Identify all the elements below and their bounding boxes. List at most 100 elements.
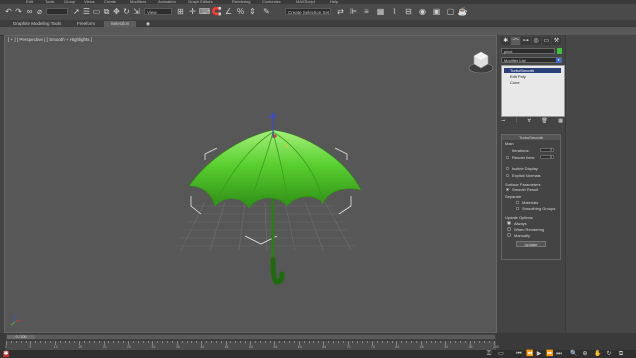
undo-icon[interactable]: ↶ <box>4 7 13 16</box>
create-tab-icon[interactable]: ✱ <box>501 37 511 45</box>
pan-view-icon[interactable]: ✋ <box>594 351 601 357</box>
display-tab-icon[interactable]: ▭ <box>541 37 551 45</box>
smooth-result-checkbox[interactable] <box>506 188 509 191</box>
select-manipulate-icon[interactable]: ✛ <box>188 7 197 16</box>
timeline-tick <box>259 341 261 343</box>
make-unique-icon[interactable]: ∀ <box>527 118 530 125</box>
material-editor-icon[interactable]: ◉ <box>418 7 427 16</box>
previous-frame-icon[interactable]: ⏪ <box>526 351 533 357</box>
timeline-tick <box>40 341 42 343</box>
timeline-tick <box>132 341 134 343</box>
key-filters-icon[interactable]: ▭ <box>498 351 504 357</box>
time-slider-thumb[interactable]: 0 / 100 <box>7 335 35 339</box>
stack-item-label: Edit Poly <box>510 74 526 79</box>
timeline-tick <box>35 341 37 343</box>
stack-item-turbosmooth[interactable]: TurboSmooth <box>504 68 561 73</box>
timeline-tick <box>245 341 247 343</box>
smoothing-groups-checkbox[interactable] <box>516 207 519 210</box>
always-radio[interactable] <box>507 221 511 225</box>
rollout-title[interactable]: TurboSmooth <box>502 135 560 140</box>
unlink-icon[interactable]: ⌀ <box>35 7 44 16</box>
timeline-tick <box>69 341 71 343</box>
link-icon[interactable]: ∞ <box>25 7 34 16</box>
stack-item-edit-poly[interactable]: Edit Poly <box>504 74 561 79</box>
layer-manager-icon[interactable]: ≡ <box>362 7 371 16</box>
rectangular-selection-icon[interactable]: ▭ <box>92 7 101 16</box>
perspective-viewport[interactable]: [ + ] [ Perspective ] [ Smooth + Highlig… <box>4 35 497 333</box>
timeline-tick <box>210 341 212 343</box>
motion-tab-icon[interactable]: ◎ <box>531 37 541 45</box>
explicit-normals-checkbox[interactable] <box>506 174 509 177</box>
time-slider[interactable]: 0 / 100 <box>6 334 496 340</box>
update-button[interactable]: Update <box>516 241 546 247</box>
pin-stack-icon[interactable]: ⊸ <box>501 118 505 125</box>
select-move-icon[interactable]: ✥ <box>112 7 121 16</box>
window-crossing-icon[interactable]: ⧉ <box>102 7 111 16</box>
percent-snap-icon[interactable]: % <box>236 7 245 16</box>
timeline-tick <box>308 341 310 343</box>
render-iters-checkbox[interactable] <box>506 156 509 159</box>
curve-editor-icon[interactable]: ⌇ <box>390 7 399 16</box>
world-axis-tripod <box>10 315 22 326</box>
rendered-frame-window-icon[interactable]: ▢ <box>446 7 455 16</box>
when-rendering-radio[interactable] <box>507 227 511 231</box>
object-name-field[interactable]: pivot <box>501 48 555 54</box>
render-setup-icon[interactable]: ▣ <box>432 7 441 16</box>
schematic-view-icon[interactable]: ⊟ <box>404 7 413 16</box>
select-scale-icon[interactable]: ⇲ <box>132 7 141 16</box>
timeline-tick-label: 30 <box>151 345 156 349</box>
timeline-tick-label: 55 <box>273 345 278 349</box>
timeline-tick <box>474 341 476 343</box>
render-iters-spinner[interactable]: 0 <box>540 155 554 159</box>
mirror-icon[interactable]: ⇄ <box>336 7 345 16</box>
remove-modifier-icon[interactable]: 🗑 <box>541 118 547 125</box>
select-by-name-icon[interactable]: ☰ <box>82 7 91 16</box>
snap-toggle-icon[interactable]: 🧲 <box>212 7 222 16</box>
go-to-end-icon[interactable]: ⏭ <box>556 351 562 357</box>
maximize-viewport-icon[interactable]: ⧉ <box>618 351 624 357</box>
edit-named-selection-icon[interactable]: ✎ <box>262 7 271 16</box>
materials-checkbox[interactable] <box>516 201 519 204</box>
zoom-icon[interactable]: 🔍 <box>570 351 577 357</box>
maxscript-listener-icon[interactable]: ✱ <box>3 351 9 357</box>
show-end-result-icon[interactable]: ⫶ <box>516 118 517 125</box>
redo-icon[interactable]: ↷ <box>14 7 23 16</box>
object-color-swatch[interactable] <box>557 48 562 54</box>
select-rotate-icon[interactable]: ↻ <box>122 7 131 16</box>
timeline-tick-label: 70 <box>346 345 351 349</box>
timeline-tick-label: 100 <box>493 345 499 349</box>
timeline-tick <box>98 341 100 343</box>
hierarchy-tab-icon[interactable]: ⊶ <box>521 37 531 45</box>
zoom-all-icon[interactable]: ⊕ <box>582 351 588 357</box>
modify-tab-icon[interactable]: ⌒ <box>511 37 521 46</box>
iterations-spinner[interactable]: 2 <box>540 148 554 152</box>
keyboard-shortcut-icon[interactable]: ⌨ <box>199 7 211 16</box>
go-to-start-icon[interactable]: ⏮ <box>516 351 522 357</box>
selection-filter-dropdown[interactable] <box>46 8 68 15</box>
align-icon[interactable]: ⊫ <box>349 7 358 16</box>
modifier-list-dropdown[interactable]: Modifier List ▼ <box>501 57 562 63</box>
timeline-tick <box>235 341 237 343</box>
next-frame-icon[interactable]: ⏩ <box>546 351 553 357</box>
track-bar[interactable]: 0 5 10 15 20 25 30 35 40 45 50 55 60 65 70 75 80 85 90 95 10… <box>5 341 499 350</box>
graphite-toggle-icon[interactable]: ▦ <box>376 7 385 16</box>
command-panel-extension <box>565 35 636 333</box>
reference-coordinate-dropdown[interactable]: View <box>144 8 172 15</box>
render-production-icon[interactable]: ☕ <box>458 7 468 16</box>
pivot-center-icon[interactable]: ⊞ <box>176 7 185 16</box>
select-object-icon[interactable]: ➚ <box>72 7 81 16</box>
utilities-tab-icon[interactable]: ⚒ <box>551 37 562 45</box>
play-icon[interactable]: ▶ <box>536 351 542 357</box>
timeline-tick-label: 65 <box>322 345 327 349</box>
stack-item-cone[interactable]: Cone <box>504 80 561 85</box>
isoline-display-checkbox[interactable] <box>506 167 509 170</box>
set-key-icon[interactable]: ⚿ <box>486 351 492 357</box>
named-selection-sets-dropdown[interactable]: Create Selection Set <box>285 8 331 15</box>
timeline-tick-label: 5 <box>29 345 32 349</box>
spinner-snap-icon[interactable]: ⇕ <box>248 7 257 16</box>
orbit-icon[interactable]: ↻ <box>606 351 612 357</box>
angle-snap-icon[interactable]: ∠ <box>224 7 233 16</box>
configure-modifier-sets-icon[interactable]: ▦ <box>558 118 563 125</box>
timeline-tick <box>289 341 291 343</box>
manually-radio[interactable] <box>507 233 511 237</box>
